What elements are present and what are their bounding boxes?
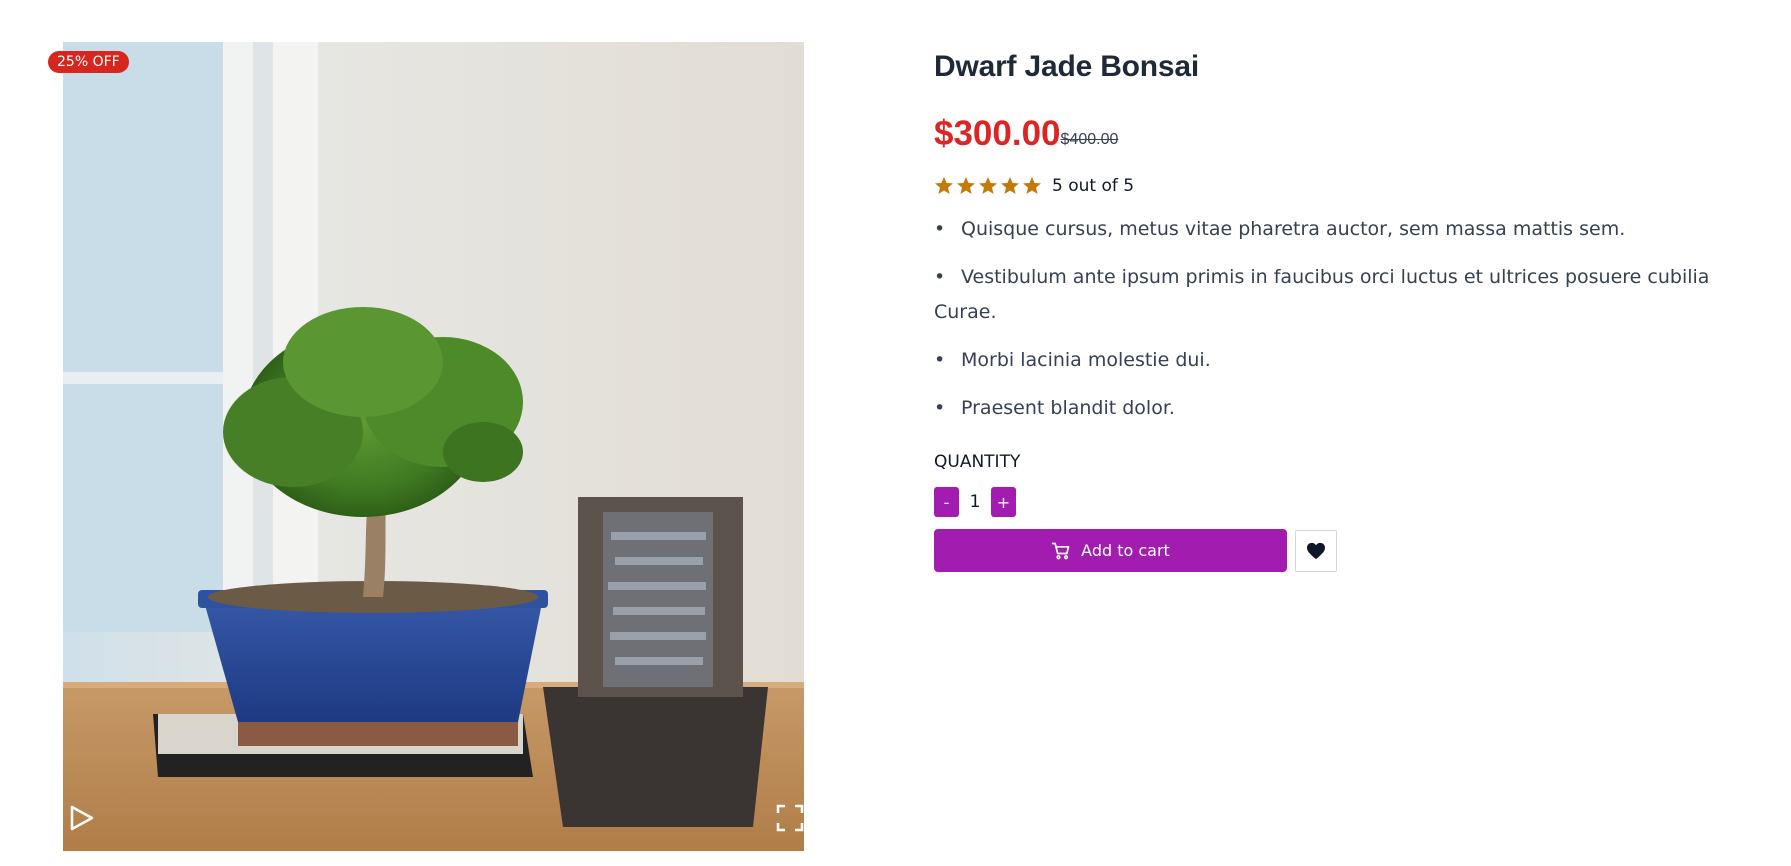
bullet: •: [934, 266, 946, 288]
feature-text: Quisque cursus, metus vitae pharetra auc…: [961, 218, 1626, 240]
rating-text: 5 out of 5: [1052, 176, 1135, 196]
feature-text: Vestibulum ante ipsum primis in faucibus…: [934, 266, 1710, 323]
increment-button[interactable]: +: [991, 487, 1016, 517]
star-rating: [934, 176, 1042, 196]
price-row: $300.00 $400.00: [934, 114, 1714, 154]
feature-text: Praesent blandit dolor.: [961, 397, 1175, 419]
quantity-input[interactable]: [959, 487, 991, 517]
rating: 5 out of 5: [934, 176, 1714, 196]
star-icon: [1001, 177, 1019, 194]
wishlist-button[interactable]: [1295, 529, 1337, 572]
bonsai-photo: [63, 42, 804, 851]
bullet: •: [934, 218, 946, 240]
quantity-label: QUANTITY: [934, 452, 1021, 472]
quantity-stepper: - +: [934, 487, 1714, 517]
discount-badge: 25% OFF: [48, 51, 129, 73]
cart-actions: Add to cart: [934, 529, 1714, 572]
product-info: Dwarf Jade Bonsai $300.00 $400.00 5 out …: [934, 42, 1714, 572]
expand-icon[interactable]: [775, 803, 804, 833]
list-item: • Vestibulum ante ipsum primis in faucibu…: [934, 260, 1714, 330]
list-item: • Praesent blandit dolor.: [934, 391, 1714, 426]
decrement-button[interactable]: -: [934, 487, 959, 517]
current-price: $300.00: [934, 114, 1061, 153]
star-icon: [935, 177, 953, 194]
original-price: $400.00: [1060, 131, 1119, 148]
feature-list: • Quisque cursus, metus vitae pharetra au…: [934, 212, 1714, 426]
star-icon: [957, 177, 975, 194]
bullet: •: [934, 349, 946, 371]
product-title: Dwarf Jade Bonsai: [934, 50, 1200, 83]
bullet: •: [934, 397, 946, 419]
list-item: • Quisque cursus, metus vitae pharetra au…: [934, 212, 1714, 247]
star-icon: [1023, 177, 1041, 194]
heart-icon: [1307, 542, 1325, 559]
feature-text: Morbi lacinia molestie dui.: [961, 349, 1211, 371]
star-icon: [979, 177, 997, 194]
product-gallery: [63, 42, 804, 851]
cart-icon: [1051, 542, 1070, 559]
product-main-image[interactable]: [63, 42, 804, 851]
add-to-cart-label: Add to cart: [1081, 541, 1170, 560]
play-icon[interactable]: [66, 803, 96, 833]
list-item: • Morbi lacinia molestie dui.: [934, 343, 1714, 378]
add-to-cart-button[interactable]: Add to cart: [934, 529, 1287, 572]
